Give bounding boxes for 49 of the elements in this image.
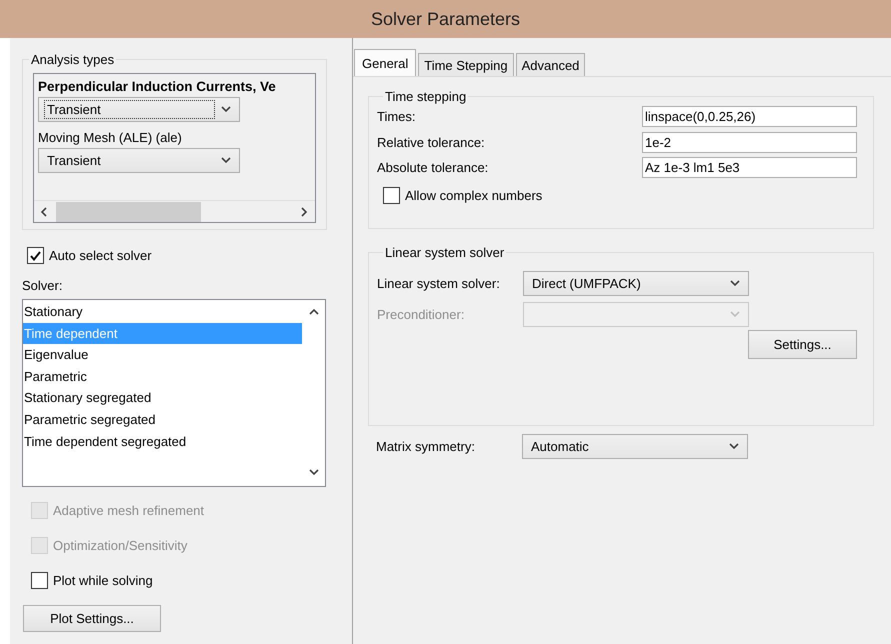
settings-button[interactable]: Settings... [748, 330, 857, 359]
input-field[interactable]: 1e-2 [642, 132, 857, 153]
field-label: Preconditioner: [377, 307, 466, 322]
caret-down-icon [308, 468, 318, 478]
field-label: Times: [377, 109, 416, 124]
input-field[interactable]: Az 1e-3 lm1 5e3 [642, 157, 857, 178]
checkbox[interactable] [383, 186, 400, 204]
checkbox-label: Adaptive mesh refinement [53, 503, 204, 518]
group-label: Linear system solver [384, 245, 506, 260]
checkbox[interactable] [27, 247, 44, 264]
caret-down-icon [730, 278, 740, 288]
dropdown[interactable]: Transient [38, 148, 240, 173]
dropdown[interactable]: Direct (UMFPACK) [523, 271, 749, 296]
list-item[interactable]: Stationary [23, 301, 302, 323]
list-item[interactable]: Eigenvalue [23, 344, 302, 366]
checkmark-icon [30, 250, 41, 260]
checkbox-label: Allow complex numbers [405, 188, 542, 202]
physics-name: Moving Mesh (ALE) (ale) [38, 129, 183, 147]
solver-label: Solver: [22, 278, 64, 293]
list-item[interactable]: Parametric segregated [23, 408, 302, 431]
caret-down-icon [221, 104, 231, 114]
horizontal-scrollbar[interactable] [34, 200, 315, 222]
group-label: Analysis types [30, 52, 116, 67]
scrollbar-thumb[interactable] [56, 202, 201, 222]
caret-down-icon [729, 442, 739, 452]
field-label: Absolute tolerance: [377, 160, 488, 176]
caret-down-icon [730, 310, 740, 320]
caret-down-icon [221, 156, 231, 166]
list-item[interactable]: Stationary segregated [23, 387, 302, 409]
group-label: Time stepping [384, 89, 468, 104]
checkbox-label: Plot while solving [53, 573, 153, 588]
window-title: Solver Parameters [370, 8, 520, 30]
dropdown[interactable]: Transient [38, 97, 240, 122]
list-item[interactable]: Parametric [23, 366, 302, 388]
tab[interactable]: Time Stepping [418, 53, 514, 76]
plot-settings-button[interactable]: Plot Settings... [23, 605, 161, 632]
field-label: Linear system solver: [377, 276, 501, 291]
tab[interactable]: General [354, 49, 416, 76]
checkbox-label: Auto select solver [49, 248, 152, 263]
field-label: Relative tolerance: [377, 134, 485, 150]
checkbox-label: Optimization/Sensitivity [53, 538, 188, 553]
tab[interactable]: Advanced [516, 53, 586, 76]
field-label: Matrix symmetry: [376, 439, 476, 454]
dropdown[interactable]: Automatic [522, 434, 748, 459]
input-field[interactable]: linspace(0,0.25,26) [642, 106, 857, 128]
caret-right-icon [299, 206, 309, 216]
checkbox[interactable] [31, 572, 48, 589]
physics-name: Perpendicular Induction Currents, Ve [38, 78, 277, 96]
list-item[interactable]: Time dependent segregated [23, 430, 302, 452]
